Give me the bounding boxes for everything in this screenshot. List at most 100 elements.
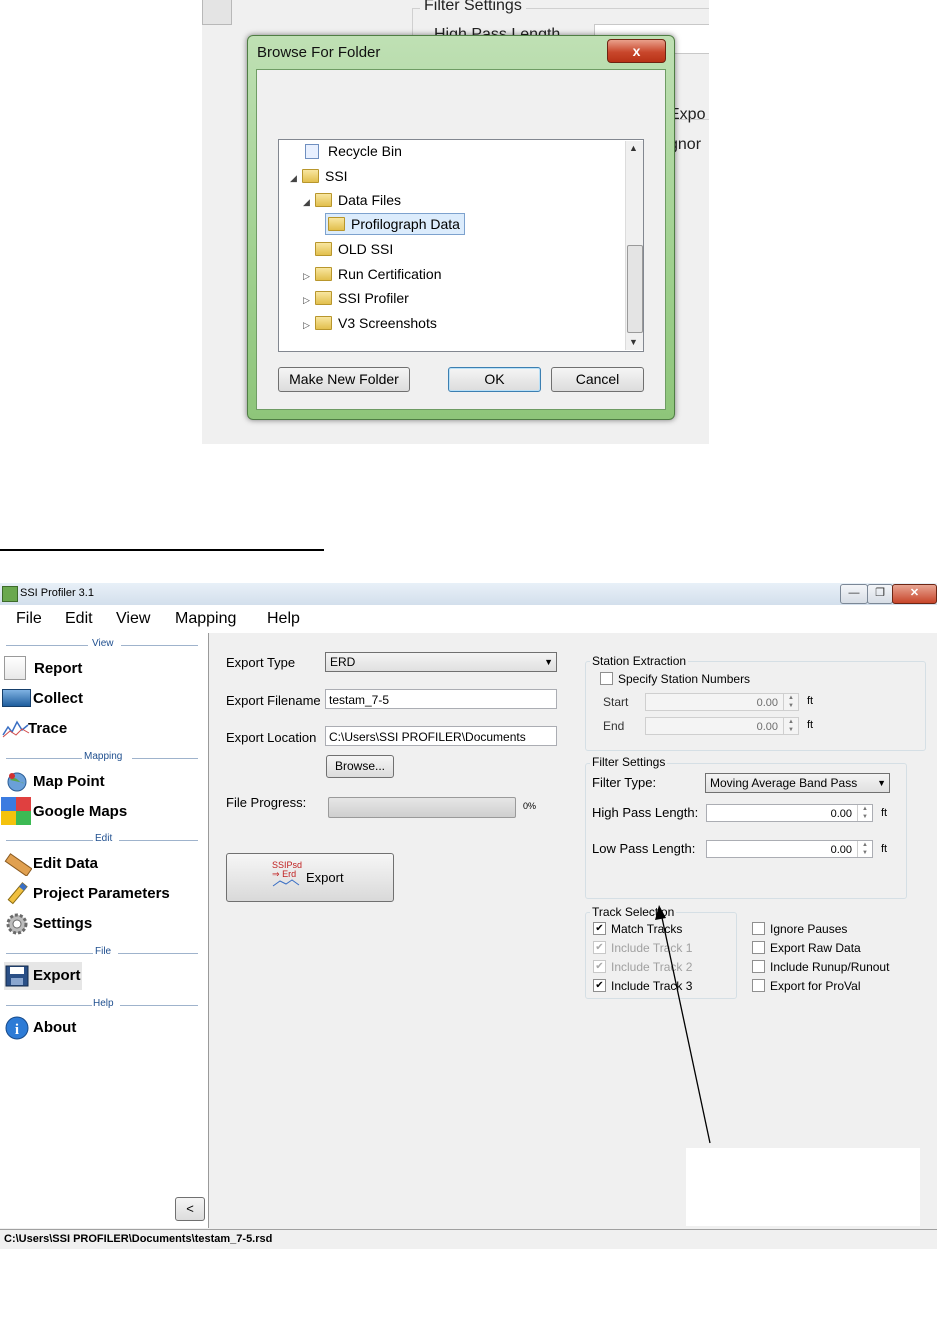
folder-icon [315,193,332,208]
tree-item-profilograph-data[interactable]: Profilograph Data [325,213,465,235]
scroll-thumb[interactable] [627,245,643,333]
export-location-label: Export Location [226,730,317,745]
checkbox-box [752,979,765,993]
dialog-title: Browse For Folder [257,44,381,61]
collapsed-arrow-icon[interactable]: ▷ [303,289,315,311]
gear-icon [4,912,30,935]
restore-button[interactable]: ❐ [867,584,893,604]
sidebar-item-google-maps[interactable]: Google Maps [1,797,127,826]
sidebar-item-edit-data[interactable]: Edit Data [4,850,98,878]
specify-station-numbers-checkbox[interactable]: Specify Station Numbers [600,671,750,687]
sidebar-item-collect[interactable]: Collect [2,685,83,713]
export-location-input[interactable]: C:\Users\SSI PROFILER\Documents [325,726,557,746]
ignore-pauses-checkbox[interactable]: Ignore Pauses [752,921,847,937]
end-value: 0.00 [756,721,778,733]
checkbox-box: ✔ [593,979,606,993]
minimize-button[interactable]: — [840,584,868,604]
end-input[interactable]: 0.00 ▲ ▼ [645,717,799,735]
tree-item-ssi-profiler[interactable]: ▷ SSI Profiler [303,287,409,309]
tree-item-data-files[interactable]: ◢ Data Files [303,189,401,211]
spinner-icon[interactable]: ▲ ▼ [783,718,798,734]
spinner-icon[interactable]: ▲ ▼ [783,694,798,710]
arrow-icon: ⇒ [272,869,280,879]
tree-item-v3-screenshots[interactable]: ▷ V3 Screenshots [303,312,437,334]
section-edit: Edit [6,833,198,846]
sidebar-item-map-point[interactable]: Map Point [4,768,105,796]
low-pass-input[interactable]: 0.00 ▲ ▼ [706,840,873,858]
tree-scrollbar[interactable]: ▲ ▼ [625,141,643,350]
end-unit: ft [807,719,814,731]
menu-mapping[interactable]: Mapping [175,610,236,628]
scroll-up-icon[interactable]: ▲ [629,143,638,153]
title-bar: SSI Profiler 3.1 — ❐ ✕ [0,583,937,605]
export-type-select[interactable]: ERD ▼ [325,652,557,672]
filter-settings-title: Filter Settings [590,755,668,769]
ok-button[interactable]: OK [448,367,541,392]
google-maps-icon [1,797,31,826]
sidebar-item-settings[interactable]: Settings [4,910,92,938]
end-label: End [603,719,625,733]
section-divider [118,953,198,954]
export-raw-data-checkbox[interactable]: Export Raw Data [752,940,861,956]
tree-item-ssi[interactable]: ◢ SSI [290,165,348,187]
collapse-sidebar-button[interactable]: < [175,1197,205,1221]
tree-item-label: Profilograph Data [351,216,460,232]
close-button[interactable]: x [607,39,666,63]
menu-help[interactable]: Help [267,610,300,628]
sidebar-item-label: Export [33,967,81,984]
sidebar-item-about[interactable]: i About [4,1014,76,1042]
annotation-box [686,1148,920,1226]
include-runup-runout-checkbox[interactable]: Include Runup/Runout [752,959,889,975]
menu-file[interactable]: File [16,610,42,628]
tree-item-label: SSI Profiler [338,290,409,306]
collapsed-arrow-icon[interactable]: ▷ [303,265,315,287]
spinner-icon[interactable]: ▲ ▼ [857,805,872,821]
export-button[interactable]: SSIPsd ⇒ Erd Export [226,853,394,902]
tree-item-label: Run Certification [338,266,442,282]
window-title: SSI Profiler 3.1 [20,587,94,599]
sidebar-item-export[interactable]: Export [4,962,82,990]
expanded-arrow-icon[interactable]: ◢ [290,167,302,189]
close-icon: ✕ [909,587,920,599]
checkbox-label: Export for ProVal [770,979,861,993]
sidebar-item-label: Project Parameters [33,885,170,902]
sidebar-item-report[interactable]: Report [4,655,82,683]
make-new-folder-button[interactable]: Make New Folder [278,367,410,392]
app-logo-icon [2,586,18,602]
globe-icon [4,770,30,792]
menu-view[interactable]: View [116,610,150,628]
folder-tree[interactable]: Recycle Bin ◢ SSI ◢ Data Files Profilograp… [278,139,644,352]
section-divider [6,645,88,646]
sidebar-item-trace[interactable]: Trace [2,715,67,743]
tree-item-recycle-bin[interactable]: Recycle Bin [305,140,402,162]
export-icon: SSIPsd ⇒ Erd [272,861,302,893]
checkbox-box: ✔ [593,941,606,955]
trace-icon [2,717,30,739]
menu-edit[interactable]: Edit [65,610,93,628]
start-unit: ft [807,695,814,707]
export-icon-text: Erd [282,869,297,879]
chevron-down-icon: ▼ [877,778,886,788]
spinner-icon[interactable]: ▲ ▼ [857,841,872,857]
sidebar-item-project-parameters[interactable]: Project Parameters [4,880,170,908]
folder-icon [302,169,319,184]
section-divider [120,1005,198,1006]
scroll-down-icon[interactable]: ▼ [629,337,638,347]
cancel-button[interactable]: Cancel [551,367,644,392]
export-filename-input[interactable]: testam_7-5 [325,689,557,709]
tree-item-old-ssi[interactable]: OLD SSI [315,238,393,260]
export-button-label: Export [306,870,344,885]
export-for-proval-checkbox[interactable]: Export for ProVal [752,978,860,994]
collapsed-arrow-icon[interactable]: ▷ [303,314,315,336]
expanded-arrow-icon[interactable]: ◢ [303,191,315,213]
filter-type-label: Filter Type: [592,775,657,790]
section-divider [119,840,198,841]
high-pass-input[interactable]: 0.00 ▲ ▼ [706,804,873,822]
tree-item-run-certification[interactable]: ▷ Run Certification [303,263,442,285]
high-pass-unit: ft [881,807,888,819]
start-input[interactable]: 0.00 ▲ ▼ [645,693,799,711]
filter-type-select[interactable]: Moving Average Band Pass ▼ [705,773,890,793]
checkbox-box [600,672,613,686]
close-button[interactable]: ✕ [892,584,937,604]
browse-button[interactable]: Browse... [326,755,394,778]
